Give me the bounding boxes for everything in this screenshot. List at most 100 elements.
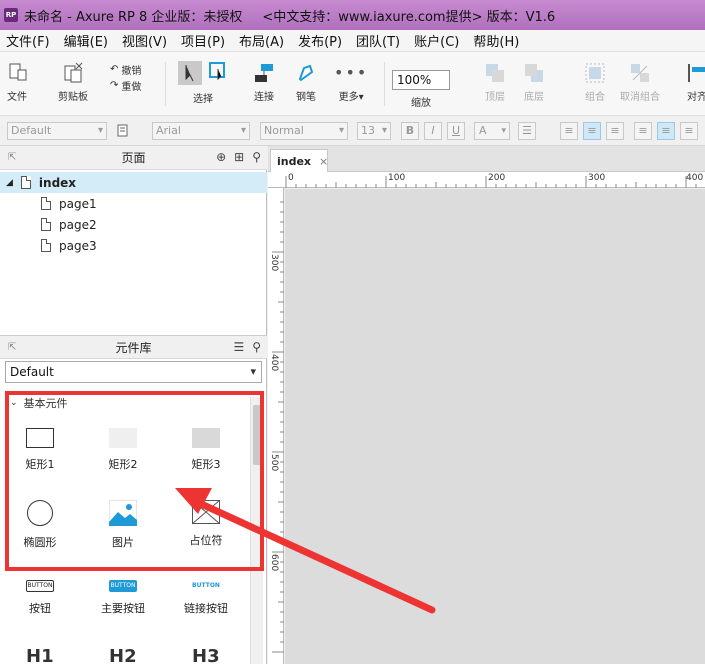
widget-primary-button[interactable]: BUTTON 主要按钮 [88, 580, 158, 616]
menu-layout[interactable]: 布局(A) [239, 31, 284, 50]
font-size-select[interactable]: 13 [357, 122, 391, 140]
bullet-list-button[interactable]: ☰ [518, 122, 536, 140]
page-item-index[interactable]: ◢ index [0, 172, 267, 193]
font-weight-select[interactable]: Normal [260, 122, 348, 140]
ruler-label: 300 [269, 254, 279, 272]
clipboard-button[interactable]: 剪贴板 [58, 62, 88, 103]
align-button[interactable]: 对齐 [686, 62, 705, 103]
collapse-arrow-icon[interactable]: ⇱ [8, 152, 16, 163]
button-preview: BUTTON [26, 580, 54, 592]
search-icon[interactable]: ⚲ [252, 150, 261, 164]
italic-button[interactable]: I [424, 122, 442, 140]
more-button[interactable]: ••• 更多▾ [334, 62, 368, 103]
widget-h3[interactable]: H3 [192, 646, 220, 664]
add-page-icon[interactable]: ⊕ [216, 150, 226, 164]
add-folder-icon[interactable]: ⊞ [234, 150, 244, 164]
ruler-label: 200 [488, 173, 506, 183]
bring-front-icon [486, 64, 504, 82]
connector-icon [255, 64, 273, 82]
more-dots-icon: ••• [334, 63, 369, 82]
page-item-page3[interactable]: page3 [0, 235, 267, 256]
search-icon[interactable]: ⚲ [252, 340, 261, 354]
align-middle-icon: ≡ [661, 124, 671, 137]
align-top-icon: ≡ [638, 124, 648, 137]
menu-publish[interactable]: 发布(P) [298, 31, 342, 50]
widget-button[interactable]: BUTTON 按钮 [5, 580, 75, 616]
library-select[interactable]: Default [5, 361, 262, 383]
close-icon[interactable]: × [319, 155, 328, 168]
vertical-ruler: 300 400 500 600 [268, 188, 284, 664]
widget-h1[interactable]: H1 [26, 646, 54, 664]
menu-bar: 文件(F) 编辑(E) 视图(V) 项目(P) 布局(A) 发布(P) 团队(T… [0, 30, 705, 52]
menu-view[interactable]: 视图(V) [122, 31, 167, 50]
ruler-label: 600 [269, 554, 279, 572]
file-icon [9, 63, 27, 81]
font-color-button[interactable]: A ▾ [474, 122, 510, 140]
ungroup-icon [631, 64, 649, 82]
menu-file[interactable]: 文件(F) [6, 31, 50, 50]
align-center-icon: ≡ [587, 124, 597, 137]
widget-h2[interactable]: H2 [109, 646, 137, 664]
toolbar-divider [384, 62, 385, 106]
ruler-label: 400 [686, 173, 704, 183]
pen-button[interactable]: 钢笔 [295, 62, 317, 103]
widget-link-button[interactable]: BUTTON 链接按钮 [171, 580, 241, 616]
menu-help[interactable]: 帮助(H) [473, 31, 519, 50]
ungroup-button[interactable]: 取消组合 [620, 62, 660, 103]
connect-button[interactable]: 连接 [253, 62, 275, 103]
format-painter-icon[interactable] [117, 124, 131, 138]
file-button[interactable]: 文件 [6, 62, 28, 103]
bold-button[interactable]: B [401, 122, 419, 140]
pages-panel-title: 页面 [121, 151, 146, 165]
clipboard-icon [64, 62, 83, 83]
select-button[interactable]: 选择 [177, 60, 229, 105]
redo-button[interactable]: ↷ 重做 [110, 78, 141, 93]
window-title: 未命名 - Axure RP 8 企业版：未授权 [24, 9, 243, 25]
align-right-button[interactable]: ≡ [606, 122, 624, 140]
page-item-page2[interactable]: page2 [0, 214, 267, 235]
pages-panel-header: ⇱ 页面 ⊕ ⊞ ⚲ [0, 146, 267, 170]
page-item-page1[interactable]: page1 [0, 193, 267, 214]
align-top-button[interactable]: ≡ [634, 122, 652, 140]
font-select[interactable]: Arial [152, 122, 250, 140]
window-support-text: <中文支持：www.iaxure.com提供> 版本：V1.6 [262, 9, 556, 25]
menu-icon[interactable]: ☰ [233, 340, 244, 354]
align-center-button[interactable]: ≡ [583, 122, 601, 140]
align-bottom-button[interactable]: ≡ [680, 122, 698, 140]
ruler-label: 500 [269, 454, 279, 472]
send-to-back-button[interactable]: 底层 [523, 62, 545, 103]
menu-account[interactable]: 账户(C) [414, 31, 459, 50]
ruler-label: 0 [288, 173, 294, 183]
design-canvas[interactable] [285, 189, 705, 664]
align-middle-button[interactable]: ≡ [657, 122, 675, 140]
bring-to-front-button[interactable]: 顶层 [484, 62, 506, 103]
align-left-button[interactable]: ≡ [560, 122, 578, 140]
collapse-arrow-icon[interactable]: ⇱ [8, 342, 16, 353]
format-bar: Default Arial Normal 13 B I U A▾ ☰ ≡ ≡ ≡… [0, 116, 705, 146]
align-right-icon: ≡ [610, 124, 620, 137]
group-button[interactable]: 组合 [584, 62, 606, 103]
expand-triangle-icon[interactable]: ◢ [6, 178, 13, 188]
library-panel-title: 元件库 [115, 340, 152, 355]
chevron-down-icon: ▾ [501, 126, 506, 136]
link-button-preview: BUTTON [192, 582, 220, 589]
tab-index[interactable]: index × [270, 149, 328, 172]
align-left-icon: ≡ [564, 124, 574, 137]
zoom-select[interactable]: 100% [392, 70, 450, 90]
group-icon [585, 63, 605, 83]
style-select[interactable]: Default [7, 122, 107, 140]
page-icon [20, 176, 31, 189]
underline-button[interactable]: U [447, 122, 465, 140]
align-bottom-icon: ≡ [684, 124, 694, 137]
annotation-highlight-box [5, 391, 264, 571]
select-intersect-icon [178, 61, 202, 85]
menu-team[interactable]: 团队(T) [356, 31, 400, 50]
redo-icon: ↷ [110, 80, 119, 91]
zoom-control[interactable]: 100% 缩放 [392, 70, 450, 109]
undo-button[interactable]: ↶ 撤销 [110, 62, 141, 77]
menu-project[interactable]: 项目(P) [181, 31, 225, 50]
undo-icon: ↶ [110, 64, 119, 75]
menu-edit[interactable]: 编辑(E) [64, 31, 108, 50]
page-icon [41, 197, 51, 210]
page-icon [41, 218, 51, 231]
